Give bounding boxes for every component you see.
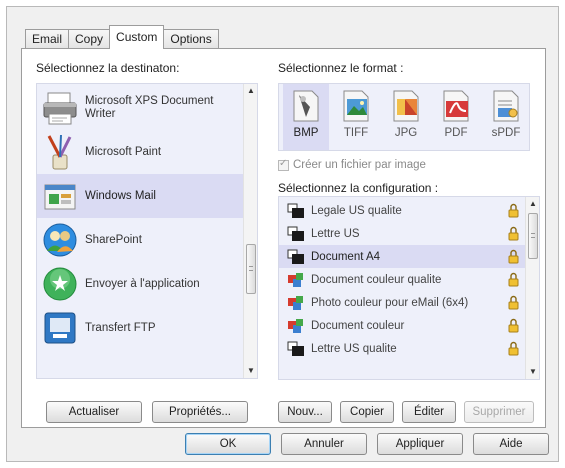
destination-label-text: SharePoint [85, 233, 142, 246]
config-label: Document A4 [311, 250, 381, 263]
config-item[interactable]: Lettre US qualite [279, 337, 525, 360]
lock-icon [508, 203, 519, 218]
config-item[interactable]: Lettre US [279, 222, 525, 245]
destination-label-text: Transfert FTP [85, 321, 156, 334]
properties-button[interactable]: Propriétés... [152, 401, 248, 423]
scroll-down-arrow-icon[interactable]: ▼ [244, 364, 257, 378]
bw-config-icon [287, 341, 304, 356]
scroll-down-arrow-icon[interactable]: ▼ [526, 365, 539, 379]
format-bmp[interactable]: BMP [283, 84, 329, 150]
bw-config-icon [287, 226, 304, 241]
cancel-button[interactable]: Annuler [281, 433, 367, 455]
edit-config-button[interactable]: Éditer [402, 401, 456, 423]
config-label: Photo couleur pour eMail (6x4) [311, 296, 469, 309]
one-file-per-image-option[interactable]: Créer un fichier par image [278, 158, 426, 171]
configuration-scroll-thumb[interactable] [528, 213, 538, 259]
bmp-file-icon [293, 90, 319, 122]
send-to-app-icon [43, 267, 77, 301]
color-config-icon [288, 295, 303, 310]
destination-item-windows-mail[interactable]: Windows Mail [37, 174, 243, 218]
tab-copy[interactable]: Copy [68, 29, 111, 49]
tab-options[interactable]: Options [163, 29, 219, 49]
paint-brushes-icon [47, 134, 72, 170]
lock-icon [508, 249, 519, 264]
help-button[interactable]: Aide [473, 433, 549, 455]
destination-label-text: Microsoft Paint [85, 145, 162, 158]
config-label: Legale US qualite [311, 204, 402, 217]
apply-button[interactable]: Appliquer [377, 433, 463, 455]
scroll-grip-icon [249, 266, 253, 271]
tab-strip: Email Copy Custom Options [25, 25, 219, 49]
destination-list[interactable]: Microsoft XPS Document Writer Microsoft … [36, 83, 258, 379]
config-label: Lettre US qualite [311, 342, 397, 355]
format-label-text: TIFF [343, 127, 369, 139]
destination-label-text: Windows Mail [85, 189, 156, 202]
format-selector: BMP TIFF JPG PDF sPDF [278, 83, 530, 151]
lock-icon [508, 318, 519, 333]
format-label-text: JPG [394, 127, 418, 139]
lock-icon [508, 341, 519, 356]
destination-item-sharepoint[interactable]: SharePoint [37, 218, 243, 262]
destination-label-text: Envoyer à l'application [85, 277, 200, 290]
destination-label: Sélectionnez la destinaton: [36, 61, 180, 75]
configuration-label: Sélectionnez la configuration : [278, 181, 439, 195]
config-label: Lettre US [311, 227, 360, 240]
destination-item-xps-writer[interactable]: Microsoft XPS Document Writer [37, 86, 243, 130]
printer-icon [43, 92, 77, 125]
destination-item-ftp[interactable]: Transfert FTP [37, 306, 243, 350]
ftp-transfer-icon [44, 312, 76, 344]
configuration-scrollbar[interactable]: ▲ ▼ [525, 197, 539, 379]
color-config-icon [288, 272, 303, 287]
format-label-text: BMP [293, 127, 319, 139]
format-jpg[interactable]: JPG [383, 84, 429, 150]
new-config-button[interactable]: Nouv... [278, 401, 332, 423]
format-label: Sélectionnez le format : [278, 61, 404, 75]
config-label: Document couleur [311, 319, 405, 332]
copy-config-button[interactable]: Copier [340, 401, 394, 423]
lock-icon [508, 226, 519, 241]
destination-scroll-thumb[interactable] [246, 244, 256, 294]
format-label-text: PDF [444, 127, 468, 139]
destination-item-send-to-app[interactable]: Envoyer à l'application [37, 262, 243, 306]
lock-icon [508, 272, 519, 287]
bw-config-icon [287, 203, 304, 218]
color-config-icon [288, 318, 303, 333]
spdf-file-icon [493, 90, 519, 122]
lock-icon [508, 295, 519, 310]
config-item[interactable]: Document couleur qualite [279, 268, 525, 291]
format-pdf[interactable]: PDF [433, 84, 479, 150]
config-item[interactable]: Document couleur [279, 314, 525, 337]
destination-item-paint[interactable]: Microsoft Paint [37, 130, 243, 174]
ok-button[interactable]: OK [185, 433, 271, 455]
sharepoint-icon [43, 223, 77, 257]
configuration-list[interactable]: Legale US qualite Lettre US Document A4 … [278, 196, 540, 380]
jpg-file-icon [393, 90, 419, 122]
scan-settings-dialog: Email Copy Custom Options Sélectionnez l… [6, 6, 559, 462]
tab-custom[interactable]: Custom [109, 25, 165, 49]
one-file-per-image-checkbox[interactable] [278, 158, 289, 171]
one-file-per-image-label: Créer un fichier par image [293, 159, 426, 171]
windows-mail-icon [44, 184, 76, 210]
delete-config-button[interactable]: Supprimer [464, 401, 534, 423]
config-item[interactable]: Document A4 [279, 245, 525, 268]
bw-config-icon [287, 249, 304, 264]
format-spdf[interactable]: sPDF [483, 84, 529, 150]
tab-email[interactable]: Email [25, 29, 70, 49]
scroll-grip-icon [531, 233, 535, 238]
pdf-file-icon [443, 90, 469, 122]
tiff-file-icon [343, 90, 369, 122]
config-item[interactable]: Legale US qualite [279, 199, 525, 222]
config-label: Document couleur qualite [311, 273, 442, 286]
destination-scrollbar[interactable]: ▲ ▼ [243, 84, 257, 378]
format-tiff[interactable]: TIFF [333, 84, 379, 150]
destination-label-text: Microsoft XPS Document Writer [85, 95, 214, 120]
custom-tab-panel: Sélectionnez la destinaton: Microsoft XP… [21, 48, 546, 428]
format-label-text: sPDF [491, 127, 521, 139]
scroll-up-arrow-icon[interactable]: ▲ [244, 84, 257, 98]
scroll-up-arrow-icon[interactable]: ▲ [526, 197, 539, 211]
refresh-button[interactable]: Actualiser [46, 401, 142, 423]
config-item[interactable]: Photo couleur pour eMail (6x4) [279, 291, 525, 314]
